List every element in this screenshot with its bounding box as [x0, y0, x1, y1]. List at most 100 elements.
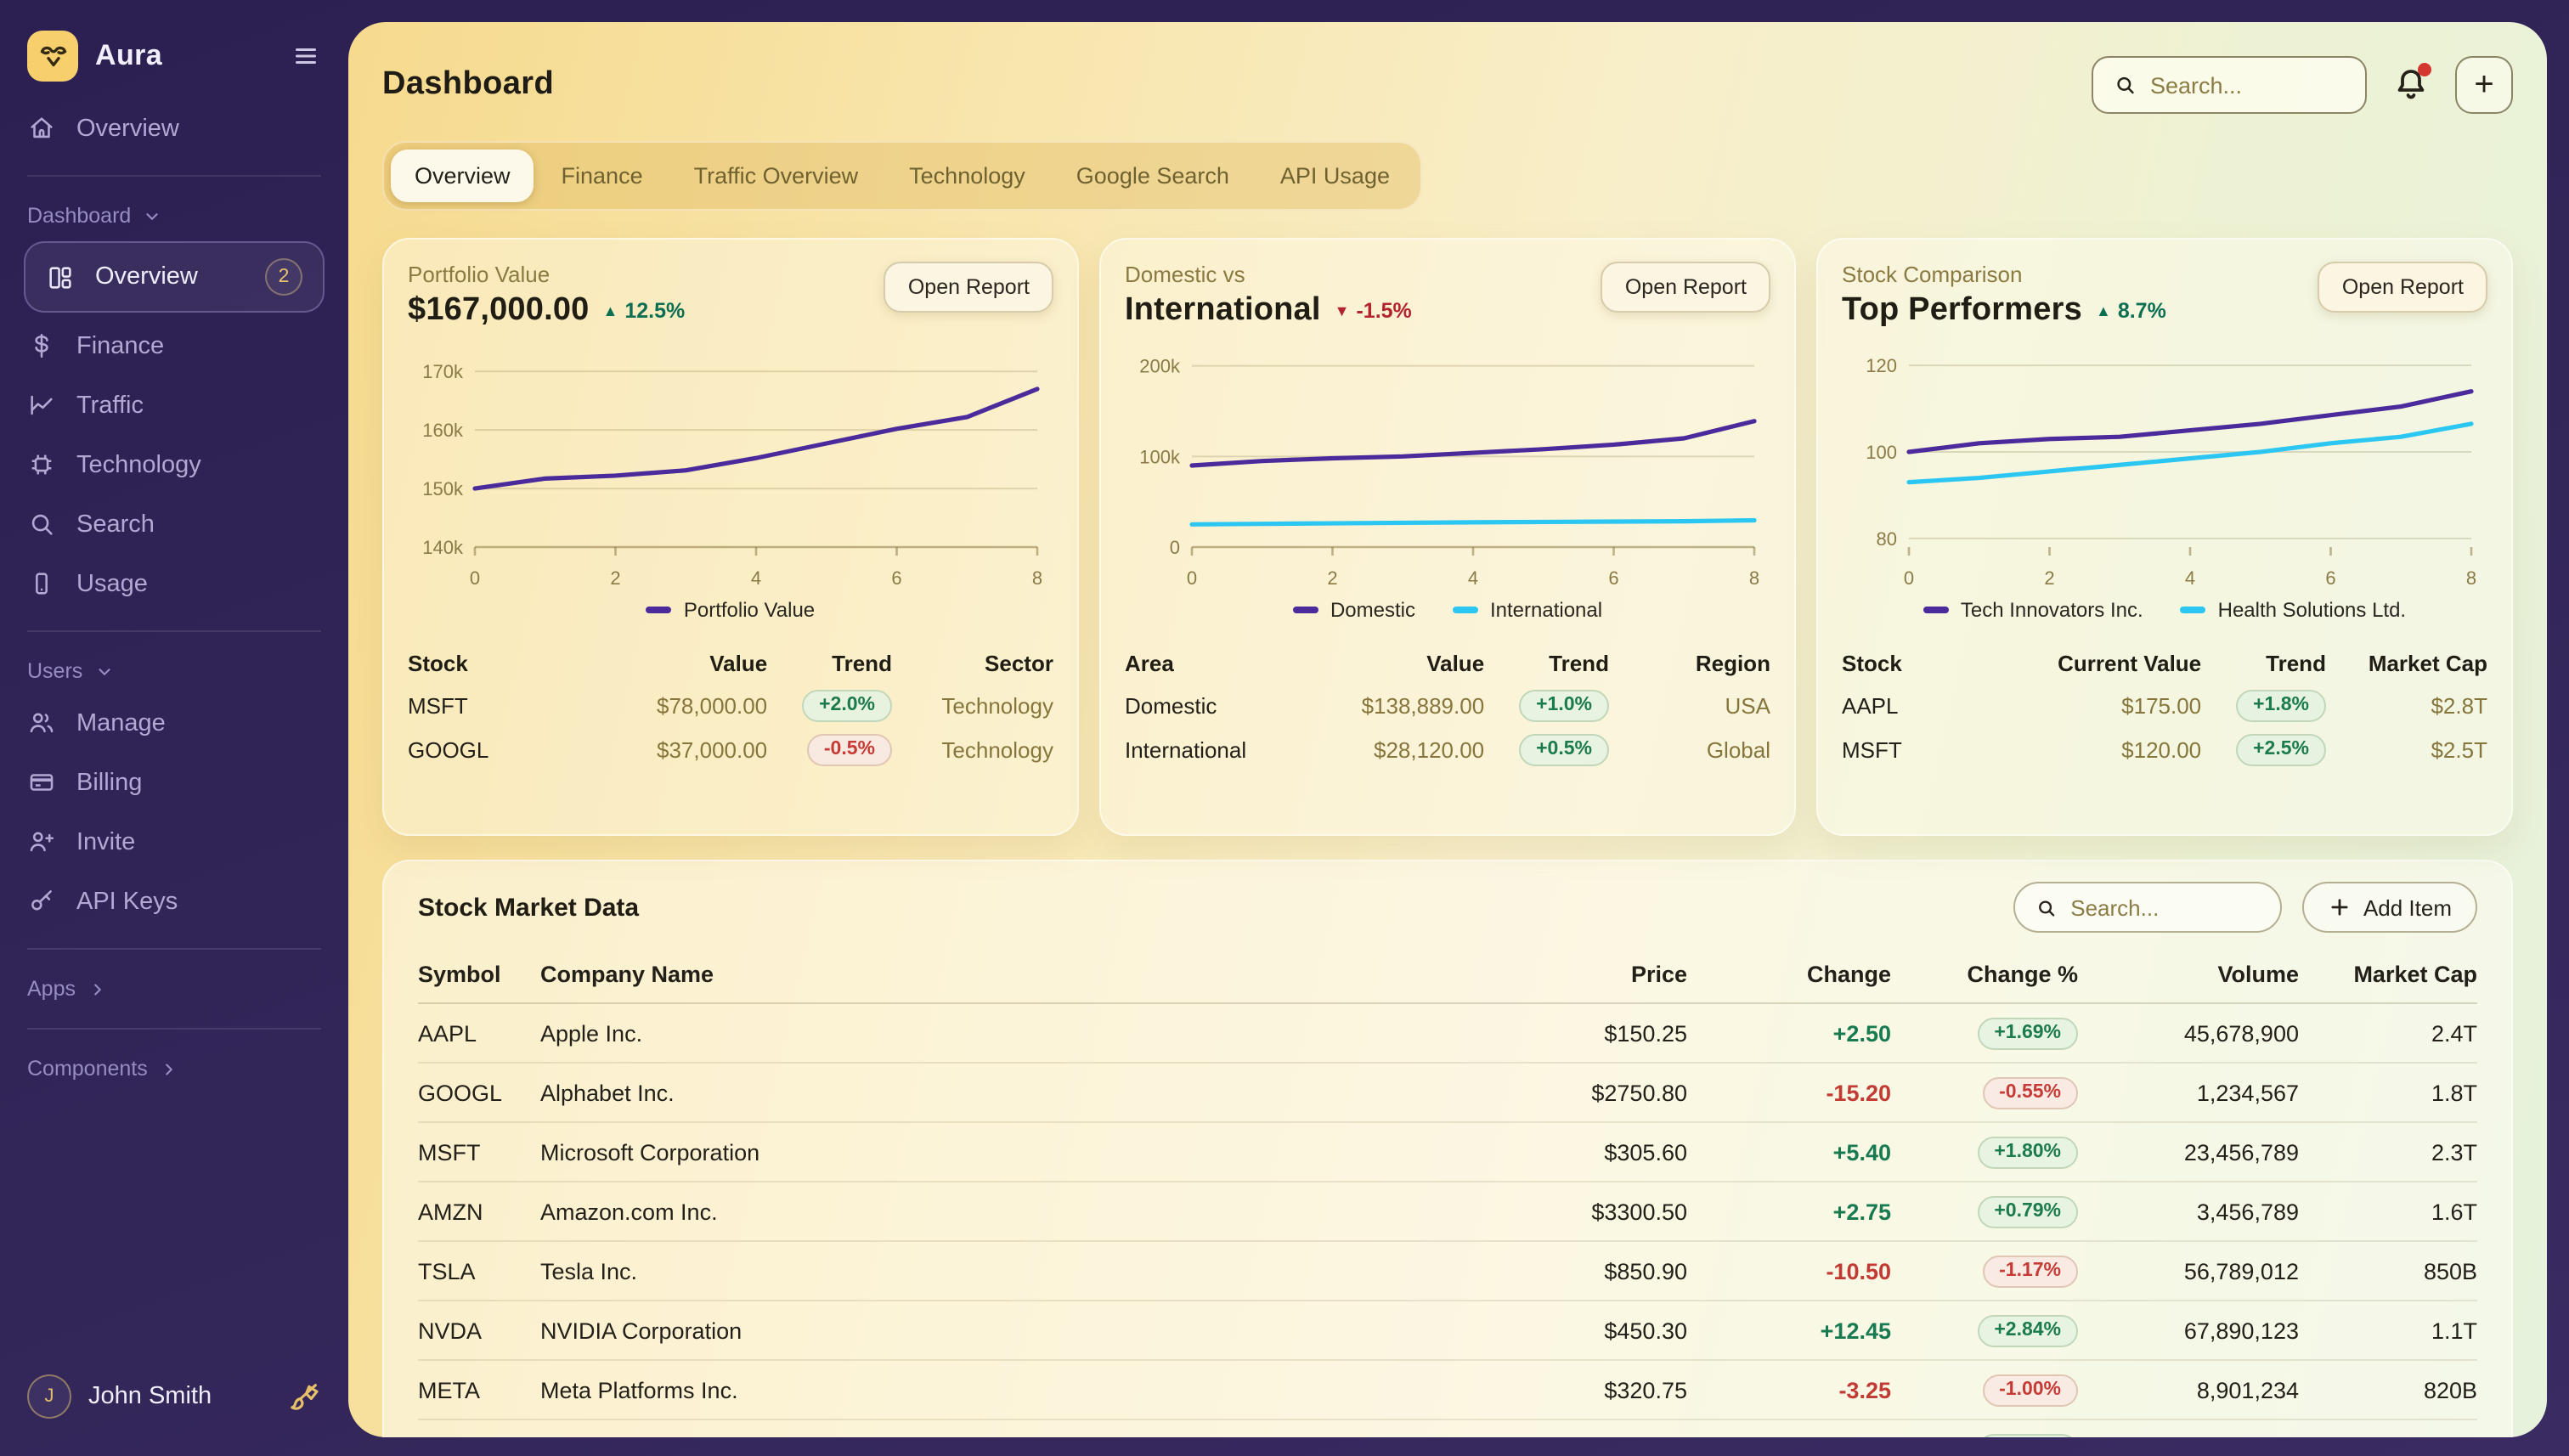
- line-chart-icon: [27, 391, 56, 420]
- home-icon: [27, 114, 56, 143]
- cell-company: Microsoft Corporation: [540, 1139, 931, 1165]
- svg-text:150k: 150k: [422, 478, 464, 499]
- card-headline: International: [1125, 292, 1321, 330]
- paintbrush-icon[interactable]: [287, 1380, 321, 1414]
- svg-text:170k: 170k: [422, 361, 464, 382]
- row-value: $120.00: [2003, 736, 2201, 762]
- sidebar-item-invite[interactable]: Invite: [0, 812, 348, 872]
- open-report-button[interactable]: Open Report: [2318, 262, 2487, 313]
- cell-price: $305.60: [931, 1139, 1687, 1165]
- card-table: Stock Value Trend Sector MSFT$78,000.00+…: [408, 642, 1053, 771]
- table-body: AAPLApple Inc.$150.25+2.50+1.69%45,678,9…: [418, 1004, 2477, 1437]
- delta-badge: ▼-1.5%: [1335, 299, 1412, 323]
- cell-company: NVIDIA Corporation: [540, 1318, 931, 1343]
- svg-text:4: 4: [751, 567, 761, 589]
- header-controls: +: [2092, 56, 2513, 114]
- svg-text:160k: 160k: [422, 420, 464, 441]
- legend-item: Domestic: [1293, 598, 1415, 622]
- mini-table-row: MSFT$78,000.00+2.0%Technology: [408, 683, 1053, 727]
- sidebar-item-label: Manage: [76, 709, 166, 736]
- header-search[interactable]: [2092, 56, 2367, 114]
- user-profile[interactable]: J John Smith: [0, 1357, 348, 1436]
- sidebar-item-finance[interactable]: Finance: [0, 316, 348, 375]
- cell-change-pct: -1.17%: [1891, 1255, 2078, 1287]
- section-dashboard[interactable]: Dashboard: [0, 194, 348, 238]
- cell-price: $480.20: [931, 1436, 1687, 1437]
- cell-volume: 23,456,789: [2078, 1139, 2299, 1165]
- page-title: Dashboard: [382, 66, 554, 104]
- cell-volume: 1,234,567: [2078, 1080, 2299, 1105]
- sidebar-item-billing[interactable]: Billing: [0, 753, 348, 812]
- tab-api-usage[interactable]: API Usage: [1256, 150, 1414, 202]
- row-trend: +2.0%: [767, 689, 892, 721]
- sidebar-item-overview[interactable]: Overview 2: [24, 241, 325, 313]
- tab-traffic-overview[interactable]: Traffic Overview: [670, 150, 883, 202]
- cell-change-pct: -1.00%: [1891, 1374, 2078, 1406]
- section-users[interactable]: Users: [0, 649, 348, 693]
- sidebar-item-overview-top[interactable]: Overview: [0, 99, 348, 158]
- row-value: $175.00: [2003, 692, 2201, 718]
- open-report-button[interactable]: Open Report: [1601, 262, 1770, 313]
- section-label: Components: [27, 1057, 148, 1081]
- menu-icon[interactable]: [291, 41, 321, 71]
- section-apps[interactable]: Apps: [0, 967, 348, 1011]
- col-header: Region: [1609, 650, 1770, 675]
- search-icon: [2035, 894, 2057, 920]
- section-label: Dashboard: [27, 204, 131, 228]
- card-domestic-international: Domestic vs International ▼-1.5% Open Re…: [1099, 238, 1796, 836]
- stock-table-row: METAMeta Platforms Inc.$320.75-3.25-1.00…: [418, 1361, 2477, 1420]
- add-button[interactable]: +: [2455, 56, 2513, 114]
- cell-company: Apple Inc.: [540, 1020, 931, 1046]
- trend-pill: -0.5%: [807, 733, 892, 765]
- add-item-button[interactable]: Add Item: [2302, 882, 2477, 933]
- chevron-down-icon: [143, 206, 161, 225]
- table-search-input[interactable]: [2070, 894, 2260, 920]
- sidebar-item-api-keys[interactable]: API Keys: [0, 872, 348, 931]
- trend-pill: +2.0%: [802, 689, 892, 721]
- cell-volume: 45,678,900: [2078, 1020, 2299, 1046]
- search-input[interactable]: [2150, 72, 2345, 98]
- avatar: J: [27, 1374, 71, 1419]
- delta-badge: ▲12.5%: [603, 299, 686, 323]
- cell-symbol: META: [418, 1377, 540, 1402]
- col-header-symbol: Symbol: [418, 962, 540, 987]
- svg-text:100: 100: [1866, 442, 1897, 463]
- open-report-button[interactable]: Open Report: [884, 262, 1053, 313]
- legend-swatch: [1453, 607, 1478, 613]
- tab-technology[interactable]: Technology: [885, 150, 1049, 202]
- col-header-market-cap: Market Cap: [2299, 962, 2477, 987]
- change-pct-pill: +1.89%: [1977, 1433, 2078, 1437]
- col-header: Market Cap: [2326, 650, 2487, 675]
- sidebar-item-search[interactable]: Search: [0, 494, 348, 554]
- cell-market-cap: 1.6T: [2299, 1199, 2477, 1224]
- row-value: $37,000.00: [569, 736, 767, 762]
- row-label: AAPL: [1842, 692, 2003, 718]
- col-header: Value: [1286, 650, 1484, 675]
- cell-company: Netflix Inc.: [540, 1436, 931, 1437]
- sidebar-item-traffic[interactable]: Traffic: [0, 375, 348, 435]
- tab-finance[interactable]: Finance: [538, 150, 667, 202]
- sidebar-item-usage[interactable]: Usage: [0, 554, 348, 613]
- sidebar-item-label: Invite: [76, 828, 135, 855]
- section-components[interactable]: Components: [0, 1047, 348, 1091]
- sidebar-item-technology[interactable]: Technology: [0, 435, 348, 494]
- tab-google-search[interactable]: Google Search: [1053, 150, 1253, 202]
- chevron-down-icon: [94, 662, 113, 680]
- mini-table-row: Domestic$138,889.00+1.0%USA: [1125, 683, 1770, 727]
- brand-name: Aura: [95, 39, 274, 73]
- svg-text:8: 8: [2466, 567, 2476, 589]
- tab-overview[interactable]: Overview: [391, 150, 534, 202]
- sidebar-item-label: Billing: [76, 769, 142, 796]
- cell-change: -10.50: [1687, 1258, 1891, 1284]
- row-label: GOOGL: [408, 736, 569, 762]
- cell-volume: 4,567,890: [2078, 1436, 2299, 1437]
- change-pct-pill: +1.80%: [1977, 1136, 2078, 1168]
- cell-symbol: AMZN: [418, 1199, 540, 1224]
- col-header: Value: [569, 650, 767, 675]
- card-headline: $167,000.00: [408, 292, 590, 330]
- table-search[interactable]: [2013, 882, 2282, 933]
- notifications-button[interactable]: [2391, 65, 2431, 105]
- row-value: $28,120.00: [1286, 736, 1484, 762]
- row-extra: Global: [1609, 736, 1770, 762]
- sidebar-item-manage[interactable]: Manage: [0, 693, 348, 753]
